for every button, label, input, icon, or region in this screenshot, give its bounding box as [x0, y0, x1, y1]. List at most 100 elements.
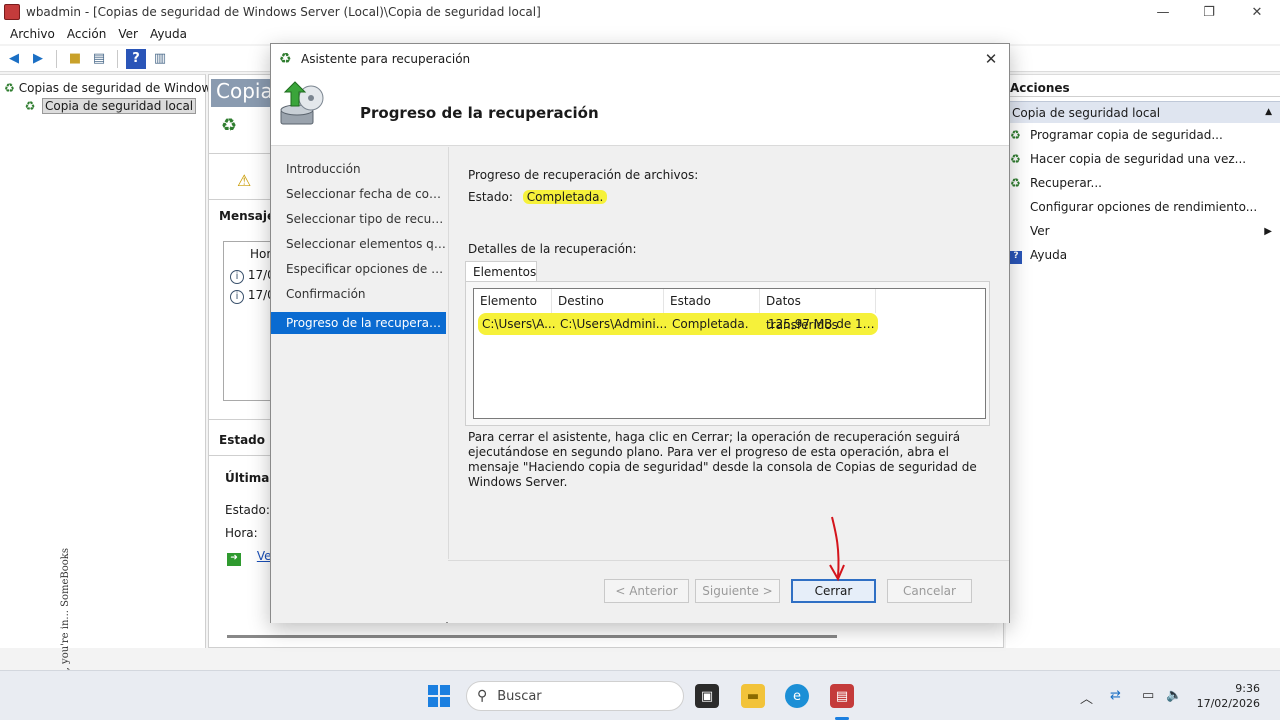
schedule-icon: ♻ — [1010, 128, 1021, 142]
minimize-button[interactable]: — — [1140, 0, 1186, 24]
menu-ayuda[interactable]: Ayuda — [144, 27, 193, 41]
list-item[interactable]: i 17/0 — [230, 268, 275, 284]
status-value: Completada. — [522, 190, 608, 204]
show-hide-action-pane-icon[interactable]: ▥ — [150, 49, 170, 69]
cell-destino: C:\Users\Admini... — [560, 317, 668, 331]
help-icon: ? — [1010, 250, 1022, 264]
toolbar-separator — [117, 49, 118, 68]
task-view-icon[interactable]: ▣ — [695, 684, 719, 708]
wizard-content: Progreso de recuperación de archivos: Es… — [448, 147, 1009, 559]
cell-datos: 125,97 MB de 125,... — [768, 317, 878, 331]
window-title: wbadmin - [Copias de seguridad de Window… — [26, 5, 541, 19]
restore-button[interactable]: ❐ — [1186, 0, 1232, 24]
tree-item-local-backup[interactable]: ♻ Copia de seguridad local — [0, 97, 205, 115]
backup-icon: ♻ — [24, 99, 36, 113]
column-header-datos[interactable]: Datos transferidos — [760, 289, 876, 332]
tree-item-root[interactable]: ♻ Copias de seguridad de Windows — [0, 79, 218, 97]
wbadmin-taskbar-icon[interactable]: ▤ — [830, 684, 854, 708]
network-share-icon[interactable]: ⇄ — [1110, 688, 1121, 703]
up-folder-icon[interactable]: ■ — [65, 49, 85, 69]
taskbar: ⚲ Buscar ▣ ▬ e ▤ ︿ ⇄ ▭ 🔈 9:36 17/02/2026 — [0, 670, 1280, 720]
wbadmin-app-icon — [4, 4, 20, 20]
close-note: Para cerrar el asistente, haga clic en C… — [468, 430, 977, 489]
action-backup-once[interactable]: ♻ Hacer copia de seguridad una vez... — [1006, 147, 1280, 171]
back-button[interactable]: < Anterior — [604, 579, 689, 603]
action-schedule-backup[interactable]: ♻ Programar copia de seguridad... — [1006, 123, 1280, 147]
backup-icon: ♻ — [4, 81, 15, 95]
annotation-arrow-icon — [829, 516, 845, 582]
list-item[interactable]: i 17/0 — [230, 288, 275, 304]
backup-once-icon: ♻ — [1010, 152, 1021, 166]
network-icon[interactable]: ▭ — [1142, 688, 1154, 703]
action-help[interactable]: ? Ayuda — [1006, 243, 1280, 267]
dialog-close-button[interactable]: ✕ — [981, 49, 1001, 69]
search-icon: ⚲ — [477, 688, 488, 704]
recovery-disk-icon — [280, 81, 324, 125]
clock-date: 17/02/2026 — [1196, 697, 1260, 710]
taskbar-clock[interactable]: 9:36 17/02/2026 — [1197, 681, 1260, 711]
menu-accion[interactable]: Acción — [61, 27, 112, 41]
step-confirmation[interactable]: Confirmación — [271, 282, 446, 307]
actions-header: Acciones — [1006, 75, 1280, 97]
start-button[interactable] — [428, 685, 450, 707]
collapse-triangle-icon[interactable]: ▲ — [1265, 107, 1272, 117]
warning-icon: ⚠ — [237, 171, 252, 190]
window-close-button[interactable]: ✕ — [1234, 0, 1280, 24]
dialog-heading: Progreso de la recuperación — [360, 104, 599, 122]
horizontal-scrollbar[interactable] — [227, 635, 837, 638]
cancel-button[interactable]: Cancelar — [887, 579, 972, 603]
time-row-label: Hora: — [225, 526, 258, 540]
action-recover[interactable]: ♻ Recuperar... — [1006, 171, 1280, 195]
window-titlebar: wbadmin - [Copias de seguridad de Window… — [0, 0, 1280, 24]
info-icon: i — [230, 269, 244, 284]
action-view[interactable]: Ver ▶ — [1006, 219, 1280, 243]
edge-browser-icon[interactable]: e — [785, 684, 809, 708]
tab-elementos[interactable]: Elementos — [465, 261, 537, 282]
volume-icon[interactable]: 🔈 — [1166, 688, 1182, 703]
column-header-destino[interactable]: Destino — [552, 289, 664, 313]
menu-ver[interactable]: Ver — [112, 27, 144, 41]
progress-label: Progreso de recuperación de archivos: — [468, 168, 699, 182]
forward-arrow-icon[interactable]: ▶ — [28, 49, 48, 69]
step-progress[interactable]: Progreso de la recuperaci... — [271, 312, 446, 334]
recovery-items-list[interactable]: Elemento Destino Estado Datos transferid… — [473, 288, 986, 419]
action-performance-settings[interactable]: Configurar opciones de rendimiento... — [1006, 195, 1280, 219]
messages-column-header: Hor — [250, 247, 272, 261]
dialog-header: Progreso de la recuperación — [271, 74, 1009, 146]
dialog-title: Asistente para recuperación — [301, 52, 471, 66]
cell-estado: Completada. — [672, 317, 749, 331]
submenu-arrow-icon: ▶ — [1264, 225, 1272, 237]
wizard-steps: Introducción Seleccionar fecha de copi..… — [271, 147, 446, 623]
step-select-type[interactable]: Seleccionar tipo de recup... — [271, 207, 446, 232]
list-header: Elemento Destino Estado Datos transferid… — [474, 289, 985, 332]
step-introduction[interactable]: Introducción — [271, 157, 446, 182]
file-explorer-icon[interactable]: ▬ — [741, 684, 765, 708]
recover-icon: ♻ — [1010, 176, 1021, 190]
show-hide-tree-icon[interactable]: ▤ — [89, 49, 109, 69]
taskbar-search[interactable]: ⚲ Buscar — [466, 681, 684, 711]
view-details-link[interactable]: ➜ Ver — [227, 549, 276, 566]
back-arrow-icon[interactable]: ◀ — [4, 49, 24, 69]
next-button[interactable]: Siguiente > — [695, 579, 780, 603]
windows-logo-icon — [428, 685, 438, 695]
info-icon: i — [230, 289, 244, 304]
backup-large-icon: ♻ — [221, 115, 238, 136]
help-icon[interactable]: ? — [126, 48, 146, 69]
step-select-date[interactable]: Seleccionar fecha de copi... — [271, 182, 446, 207]
recovery-wizard-dialog: ♻ Asistente para recuperación ✕ Progreso… — [270, 43, 1010, 623]
actions-pane: Acciones Copia de seguridad local ▲ ♻ Pr… — [1006, 74, 1280, 648]
wizard-button-bar: < Anterior Siguiente > Cerrar Cancelar — [448, 560, 1009, 623]
step-specify-options[interactable]: Especificar opciones de r... — [271, 257, 446, 282]
clock-time: 9:36 — [1235, 682, 1260, 695]
status-line: Estado: Completada. — [468, 190, 608, 204]
status-row-label: Estado: — [225, 503, 270, 517]
column-header-estado[interactable]: Estado — [664, 289, 760, 313]
actions-section-local-backup[interactable]: Copia de seguridad local ▲ — [1006, 101, 1280, 123]
menu-archivo[interactable]: Archivo — [4, 27, 61, 41]
details-label: Detalles de la recuperación: — [468, 242, 637, 256]
cell-elemento: C:\Users\A... — [482, 317, 556, 331]
show-hidden-icons-chevron-icon[interactable]: ︿ — [1080, 688, 1093, 707]
column-header-elemento[interactable]: Elemento — [474, 289, 552, 313]
step-select-items[interactable]: Seleccionar elementos qu... — [271, 232, 446, 257]
recovery-wizard-icon: ♻ — [279, 51, 292, 67]
